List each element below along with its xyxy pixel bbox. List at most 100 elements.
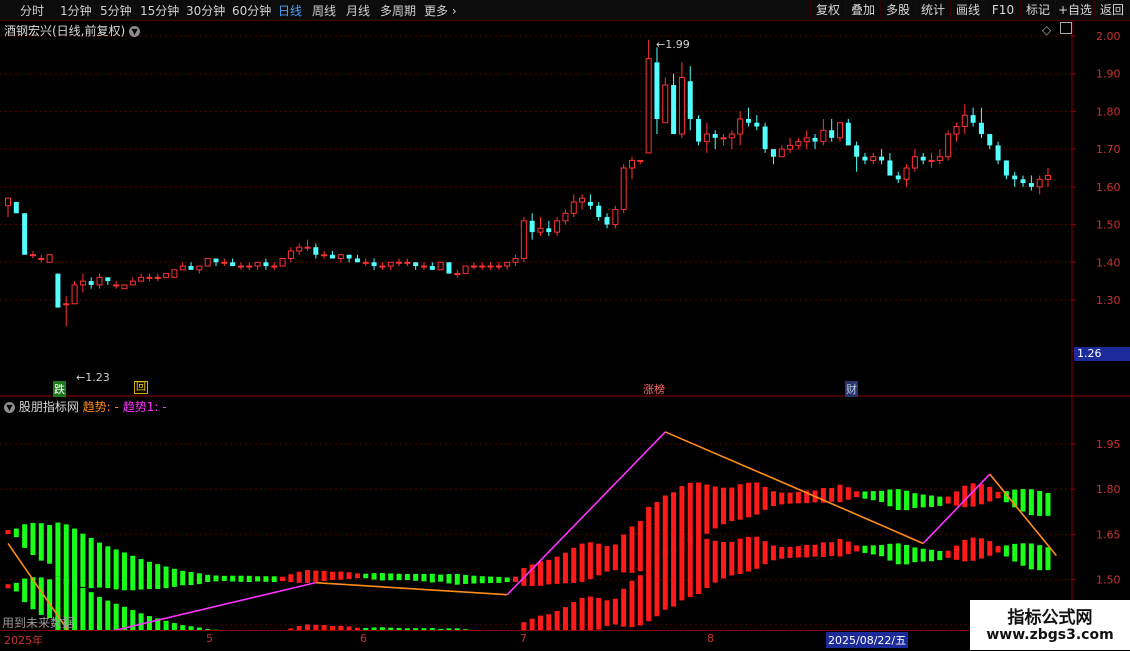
indicator-bar-upper: [105, 546, 111, 589]
indicator-bar-upper: [904, 490, 910, 511]
indicator-bar-lower: [887, 543, 893, 561]
chart-title[interactable]: 酒钢宏兴(日线,前复权) ▼: [4, 22, 141, 39]
indicator-bar-upper: [596, 543, 602, 576]
indicator-bar-upper: [879, 490, 885, 502]
indicator-bar-upper: [97, 542, 103, 588]
indicator-bar-lower: [729, 541, 735, 576]
diamond-icon[interactable]: ◇: [1042, 23, 1051, 37]
multi-stock-button[interactable]: 多股: [880, 1, 915, 19]
indicator-bar-upper: [196, 573, 202, 585]
mark-button[interactable]: 标记: [1020, 1, 1055, 19]
maximize-icon[interactable]: [1060, 22, 1072, 34]
candle-body: [221, 261, 228, 264]
trend-line: [315, 581, 508, 596]
candle-body: [337, 254, 344, 260]
add-watchlist-button[interactable]: +自选: [1055, 1, 1094, 19]
indicator-bar-upper: [1028, 489, 1034, 516]
candle-body: [146, 276, 153, 279]
y-tick-label: 1.30: [1096, 294, 1121, 307]
period-tab-15min[interactable]: 15分钟: [140, 2, 179, 19]
fuquan-button[interactable]: 复权: [810, 1, 845, 19]
indicator-bar-lower: [604, 600, 610, 626]
indicator-bar-lower: [845, 541, 851, 555]
indicator-bar-lower: [662, 549, 668, 610]
indicator-bar-lower: [804, 544, 810, 558]
x-label-aug: 8: [707, 632, 714, 645]
indicator-bar-upper: [246, 575, 252, 583]
candle-body: [728, 133, 735, 139]
indicator-bar-upper: [929, 495, 935, 507]
candle-body: [620, 167, 627, 210]
candle-body: [829, 130, 835, 138]
indicator-bar-upper: [454, 574, 460, 585]
candle-body: [487, 265, 494, 268]
overlay-button[interactable]: 叠加: [845, 1, 880, 19]
indicator-bar-upper: [363, 573, 369, 579]
marker-fall[interactable]: 跌: [53, 381, 66, 397]
indicator-title[interactable]: ▼ 股朋指标网 趋势: - 趋势1: -: [4, 398, 167, 415]
period-tab-60min[interactable]: 60分钟: [232, 2, 271, 19]
indicator-bar-lower: [5, 584, 11, 589]
candle-body: [1020, 179, 1026, 184]
watermark-url: www.zbgs3.com: [986, 627, 1114, 643]
indicator-bar-upper: [329, 571, 335, 580]
marker-back[interactable]: 回: [134, 381, 148, 394]
period-tab-daily[interactable]: 日线: [278, 2, 302, 19]
indicator-bar-lower: [696, 536, 702, 595]
high-price-value: 1.99: [665, 38, 690, 51]
chevron-down-icon[interactable]: ▼: [4, 402, 15, 413]
candle-body: [55, 273, 61, 308]
candle-body: [703, 133, 710, 143]
period-tab-weekly[interactable]: 周线: [312, 2, 336, 19]
period-tab-monthly[interactable]: 月线: [346, 2, 370, 19]
candle-body: [562, 212, 569, 222]
indicator-bar-lower: [1020, 543, 1026, 566]
candle-body: [903, 167, 910, 180]
f10-button[interactable]: F10: [985, 1, 1020, 19]
indicator-bar-lower: [970, 537, 976, 561]
indicator-bar-lower: [1003, 545, 1009, 557]
candle-body: [579, 197, 586, 203]
period-tab-1min[interactable]: 1分钟: [60, 2, 92, 19]
candle-body: [329, 254, 335, 259]
indicator-bar-upper: [887, 489, 893, 507]
period-tab-multi[interactable]: 多周期: [380, 2, 416, 19]
candle-body: [629, 159, 635, 169]
indicator-bar-upper: [30, 522, 36, 556]
period-tab-5min[interactable]: 5分钟: [100, 2, 132, 19]
period-tab-fenshi[interactable]: 分时: [20, 2, 44, 19]
candle-body: [437, 261, 444, 271]
draw-line-button[interactable]: 画线: [950, 1, 985, 19]
stats-button[interactable]: 统计: [915, 1, 950, 19]
indicator-bar-lower: [712, 540, 718, 583]
indicator-bar-upper: [413, 573, 419, 581]
candle-body: [5, 197, 11, 207]
indicator-bar-upper: [255, 576, 261, 582]
indicator-bar-lower: [679, 540, 685, 601]
back-button[interactable]: 返回: [1094, 1, 1129, 19]
indicator-bar-upper: [238, 575, 244, 582]
candle-body: [778, 148, 785, 158]
indicator-bar-upper: [795, 491, 801, 504]
indicator-bar-upper: [221, 575, 227, 581]
indicator-bar-upper: [271, 576, 277, 583]
indicator-bar-upper: [629, 526, 635, 573]
candle-body: [837, 122, 843, 139]
indicator-bar-upper: [696, 482, 702, 540]
candle-body: [138, 276, 145, 282]
candle-body: [970, 115, 976, 123]
indicator-bar-upper: [438, 574, 444, 582]
chevron-down-icon[interactable]: ▼: [129, 26, 141, 37]
chart-canvas[interactable]: 2.00 1.90 1.80 1.70 1.60 1.50 1.40 1.30 1.95 1.80…: [0, 20, 1130, 650]
indicator-bar-upper: [854, 491, 860, 498]
candle-body: [1003, 160, 1009, 176]
period-tab-30min[interactable]: 30分钟: [186, 2, 225, 19]
indicator-bar-upper: [88, 537, 94, 589]
indicator-bar-upper: [562, 552, 568, 584]
marker-limit-up[interactable]: 涨榜: [643, 381, 665, 397]
indicator-bar-upper: [962, 485, 968, 508]
period-tab-more[interactable]: 更多 ›: [424, 2, 457, 19]
marker-finance[interactable]: 财: [845, 381, 858, 397]
candle-body: [79, 280, 86, 286]
trend1-line: [922, 473, 991, 545]
